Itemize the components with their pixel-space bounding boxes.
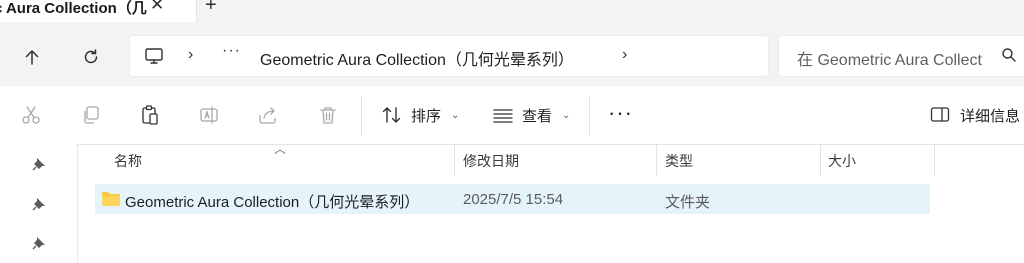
pin-icon[interactable] — [32, 157, 46, 171]
arrow-up-icon — [25, 50, 39, 65]
address-bar[interactable]: › ··· Geometric Aura Collection（几何光晕系列） … — [129, 35, 769, 77]
sort-label: 排序 — [411, 107, 442, 125]
delete-icon[interactable] — [317, 104, 339, 126]
more-options-button[interactable]: ··· — [608, 100, 633, 126]
details-label: 详细信息 — [960, 107, 1021, 125]
cut-icon[interactable] — [20, 104, 42, 126]
command-bar: 排序 ⌄ 查看 ⌄ ··· 详细信息 — [0, 86, 1024, 145]
breadcrumb-chevron[interactable]: › — [188, 46, 193, 64]
chevron-down-icon: ⌄ — [562, 109, 571, 121]
sort-ascending-icon: ︿ — [274, 142, 287, 156]
toolbar-divider — [589, 96, 590, 136]
column-header-type[interactable]: 类型 — [665, 151, 693, 171]
column-divider[interactable] — [934, 144, 935, 176]
file-date: 2025/7/5 15:54 — [463, 191, 564, 208]
sort-button[interactable]: 排序 ⌄ — [381, 102, 459, 128]
breadcrumb-more-button[interactable]: ··· — [222, 42, 241, 60]
view-label: 查看 — [522, 107, 553, 125]
breadcrumb-chevron-end[interactable]: › — [622, 46, 627, 64]
search-input[interactable]: 在 Geometric Aura Collection（几何光晕系列）中搜索 — [797, 46, 983, 70]
view-list-icon — [493, 109, 513, 123]
refresh-icon — [84, 49, 98, 64]
computer-icon[interactable] — [144, 46, 164, 66]
column-header-date[interactable]: 修改日期 — [463, 151, 519, 171]
tab-active[interactable]: c Aura Collection（几 ✕ — [0, 0, 197, 22]
column-headers: ︿ 名称 修改日期 类型 大小 — [78, 142, 1024, 176]
search-icon[interactable] — [1001, 47, 1017, 63]
column-header-name[interactable]: 名称 — [114, 151, 142, 171]
tab-close-button[interactable]: ✕ — [150, 0, 164, 15]
file-row[interactable]: Geometric Aura Collection（几何光晕系列） 2025/7… — [95, 184, 930, 214]
share-icon[interactable] — [257, 104, 279, 126]
breadcrumb-current-folder[interactable]: Geometric Aura Collection（几何光晕系列） — [260, 46, 574, 70]
up-button[interactable] — [19, 44, 45, 70]
view-button[interactable]: 查看 ⌄ — [492, 102, 570, 128]
rename-icon[interactable] — [198, 104, 220, 126]
details-pane-button[interactable]: 详细信息 — [930, 102, 1020, 128]
new-tab-button[interactable]: + — [205, 0, 217, 17]
tab-title: c Aura Collection（几 — [0, 0, 147, 17]
toolbar-divider — [361, 96, 362, 136]
column-header-size[interactable]: 大小 — [828, 151, 856, 171]
folder-icon — [102, 192, 120, 206]
column-divider[interactable] — [656, 144, 657, 176]
chevron-down-icon: ⌄ — [451, 109, 460, 121]
column-divider[interactable] — [820, 144, 821, 176]
file-name[interactable]: Geometric Aura Collection（几何光晕系列） — [125, 191, 419, 212]
pin-icon[interactable] — [32, 236, 46, 250]
pin-icon[interactable] — [32, 197, 46, 211]
navigation-pane — [0, 144, 78, 263]
column-divider[interactable] — [454, 144, 455, 176]
navigation-bar: › ··· Geometric Aura Collection（几何光晕系列） … — [0, 22, 1024, 87]
tab-strip: c Aura Collection（几 ✕ + — [0, 0, 1024, 22]
sort-icon — [382, 107, 401, 123]
copy-icon[interactable] — [80, 104, 102, 126]
details-pane-icon — [930, 107, 950, 122]
refresh-button[interactable] — [78, 44, 104, 70]
file-type: 文件夹 — [665, 194, 711, 211]
paste-icon[interactable] — [139, 104, 161, 126]
search-box[interactable]: 在 Geometric Aura Collection（几何光晕系列）中搜索 — [778, 35, 1024, 77]
